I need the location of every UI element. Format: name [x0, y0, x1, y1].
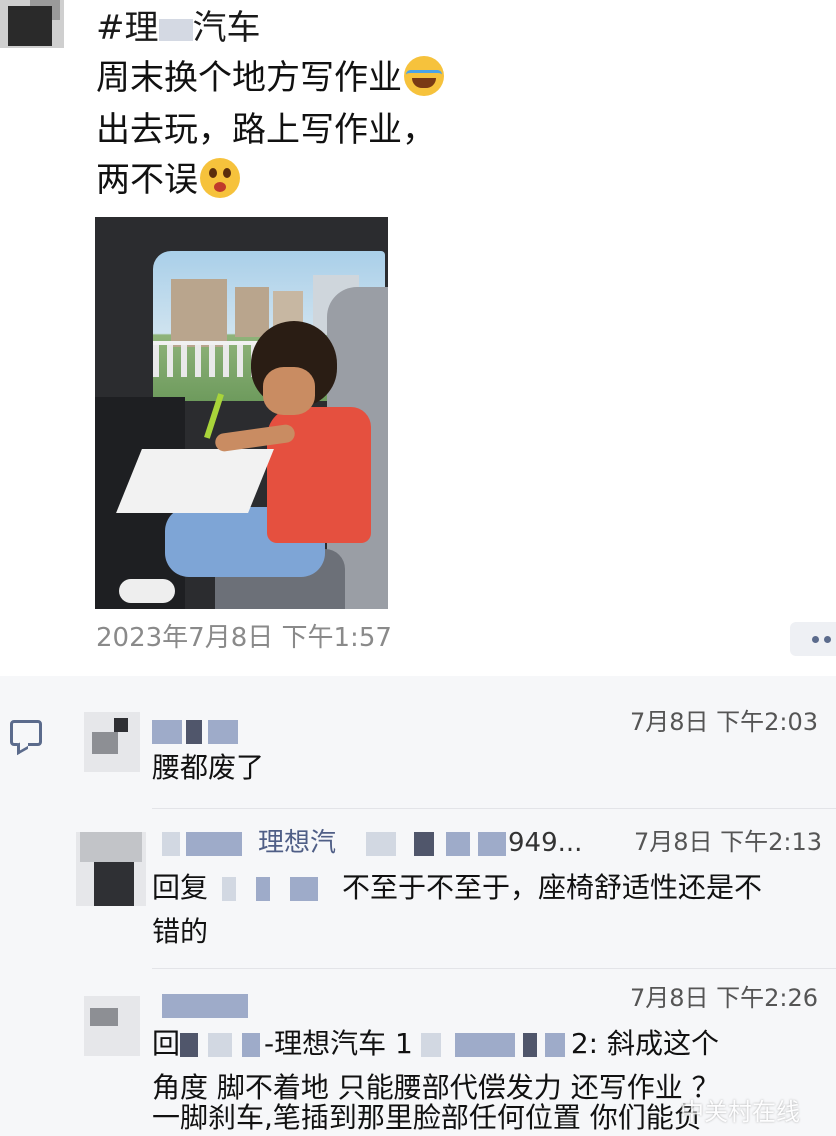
moments-post: #理 汽车 周末换个地方写作业 出去玩，路上写作业， 两不误 2023年7月8日 … [0, 0, 836, 676]
post-text: 出去玩，路上写作业， [96, 110, 436, 150]
commenter-name-text: 理想汽 [258, 828, 337, 858]
commenter-name[interactable] [162, 988, 248, 1022]
avatar[interactable] [84, 712, 140, 772]
post-photo[interactable] [95, 217, 388, 609]
redaction-mark [522, 1033, 537, 1057]
comment-time: 7月8日 下午2:13 [634, 828, 823, 856]
avatar-blur-block [114, 718, 128, 732]
comment-time: 7月8日 下午2:03 [630, 708, 819, 736]
redaction-mark [180, 1033, 199, 1057]
comment-text: 腰都废了 [152, 751, 265, 784]
comment-text: 回 -理想汽车 1 2: 斜成这个 [152, 1022, 719, 1066]
redaction-mark [454, 1033, 515, 1057]
redaction-mark [208, 719, 238, 744]
comments-section: 7月8日 下午2:03 腰都废了 理想汽 949... 7月8日 下午2:13 回… [0, 676, 836, 1136]
redaction-mark [162, 831, 180, 856]
commenter-name[interactable] [152, 714, 238, 748]
building [171, 279, 227, 347]
redaction-mark [256, 877, 271, 901]
child-shoe [119, 579, 175, 603]
post-text-line: 两不误 [96, 157, 240, 202]
redaction-mark [478, 831, 507, 856]
redaction-mark [446, 831, 471, 856]
post-text: 周末换个地方写作业 [96, 58, 402, 98]
commenter-name[interactable]: 理想汽 949... [162, 826, 582, 860]
avatar[interactable] [76, 832, 146, 906]
commenter-name-tail: 949... [508, 828, 583, 858]
poster-avatar[interactable] [0, 0, 64, 48]
child-face [263, 367, 315, 415]
post-text-line: 周末换个地方写作业 [96, 55, 444, 100]
reply-prefix: 回复 [152, 871, 209, 904]
redaction-mark [420, 1033, 441, 1057]
laughing-with-tears-emoji-icon [404, 55, 444, 96]
redaction-mark [222, 877, 237, 901]
comment-text-line: 一脚刹车,笔插到那里脸部任何位置 你们能负 [152, 1101, 702, 1134]
avatar[interactable] [84, 996, 140, 1056]
redaction-mark [158, 18, 193, 41]
redaction-mark [162, 993, 248, 1018]
post-text-line: 出去玩，路上写作业， [96, 108, 436, 152]
divider [152, 808, 836, 809]
redaction-mark [290, 877, 319, 901]
post-timestamp: 2023年7月8日 下午1:57 [96, 623, 392, 653]
post-text: 两不误 [96, 160, 198, 200]
redaction-mark [186, 831, 242, 856]
avatar-blur-block [8, 6, 52, 46]
hashtag-text: #理 [96, 8, 159, 48]
comment-text: 回复 不至于不至于，座椅舒适性还是不 [152, 866, 762, 910]
avatar-blur-block [90, 1008, 118, 1026]
surprised-face-emoji-icon [200, 157, 240, 198]
building [235, 287, 269, 337]
redaction-mark [208, 1033, 233, 1057]
reply-prefix: 回 [152, 1027, 181, 1060]
reply-mid: -理想汽车 1 [264, 1027, 413, 1060]
avatar-blur-block [92, 732, 118, 754]
divider [152, 968, 836, 969]
reply-text: 不至于不至于，座椅舒适性还是不 [342, 871, 763, 904]
hashtag-text-tail: 汽车 [192, 8, 261, 48]
comment-text-line: 错的 [152, 915, 209, 948]
redaction-mark [152, 719, 182, 744]
watermark: 中关村在线 [680, 1098, 800, 1126]
redaction-mark [366, 831, 397, 856]
redaction-mark [544, 1033, 565, 1057]
redaction-mark [242, 1033, 261, 1057]
redaction-mark [414, 831, 435, 856]
redaction-mark [186, 719, 202, 744]
comment-time: 7月8日 下午2:26 [630, 984, 819, 1012]
comment-bubble-icon [10, 720, 42, 746]
avatar-blur-block [94, 862, 134, 906]
reply-tail: 2: 斜成这个 [570, 1027, 719, 1060]
post-hashtag[interactable]: #理 汽车 [96, 6, 261, 50]
avatar-blur-block [80, 832, 142, 862]
homework-paper [116, 449, 274, 513]
more-options-icon[interactable] [790, 622, 836, 656]
